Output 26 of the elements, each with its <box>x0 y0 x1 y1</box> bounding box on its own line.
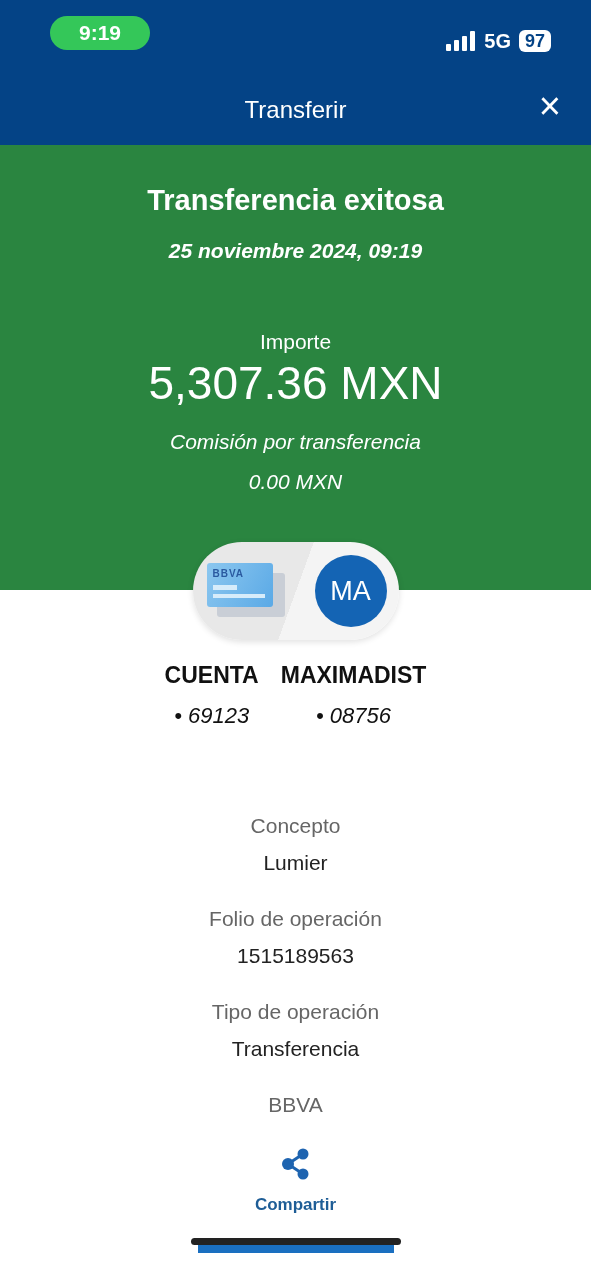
signal-icon <box>446 31 477 51</box>
amount-label: Importe <box>258 329 333 355</box>
fee-value: 0.00 MXN <box>247 468 344 495</box>
account-number: • 69123 <box>173 701 251 730</box>
success-title: Transferencia exitosa <box>146 183 445 218</box>
account-number: • 08756 <box>315 701 393 730</box>
account-name: MAXIMADIST <box>280 661 427 690</box>
network-label: 5G <box>484 29 511 54</box>
amount-value: 5,307.36 MXN <box>147 357 444 409</box>
recipient-avatar: MA <box>314 555 387 627</box>
status-time: 9:19 <box>50 16 150 50</box>
detail-label: Concepto <box>249 812 342 839</box>
detail-value: Lumier <box>262 850 329 876</box>
detail-value: 1515189563 <box>236 943 355 969</box>
close-button[interactable]: × <box>534 87 565 125</box>
account-name: CUENTA <box>164 661 259 690</box>
share-icon[interactable] <box>280 1148 311 1180</box>
detail-label: Folio de operación <box>208 905 383 932</box>
detail-label: BBVA <box>267 1091 324 1118</box>
screen-title: Transferir <box>244 95 347 125</box>
transfer-date: 25 noviembre 2024, 09:19 <box>167 237 424 264</box>
fee-label: Comisión por transferencia <box>169 429 422 456</box>
detail-label: Tipo de operación <box>210 998 381 1025</box>
battery-level: 97 <box>518 30 551 52</box>
share-button[interactable]: Compartir <box>254 1192 337 1218</box>
detail-value: Transferencia <box>230 1036 361 1062</box>
